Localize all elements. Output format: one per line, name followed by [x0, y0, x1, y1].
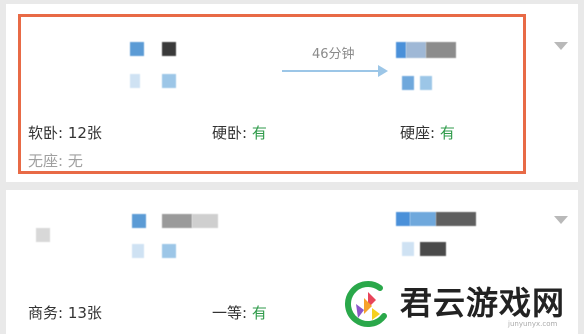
seat-business: 商务: 13张 [28, 302, 102, 323]
watermark: 君云游戏网 junyunyx.com [336, 272, 584, 334]
blurred-departure-station [192, 214, 218, 228]
blurred-departure-station [162, 214, 192, 228]
colorful-c-logo-icon [345, 281, 387, 327]
blurred-departure-time [132, 244, 144, 258]
blurred-arrival-time [402, 242, 414, 256]
chevron-down-icon[interactable] [554, 216, 568, 224]
highlight-box [18, 14, 526, 174]
chevron-down-icon[interactable] [554, 42, 568, 50]
blurred-departure-station [132, 214, 146, 228]
blurred-arrival-station [436, 212, 476, 226]
watermark-title: 君云游戏网 [400, 284, 566, 322]
watermark-url: junyunyx.com [508, 320, 558, 328]
seat-label: 商务: [28, 304, 68, 322]
blurred-arrival-station [396, 212, 410, 226]
blurred-train-code [36, 228, 50, 242]
blurred-arrival-time [420, 242, 446, 256]
train-card-1[interactable]: 46分钟 软卧: 12张 硬卧: 有 硬座: 有 无座: 无 [6, 4, 578, 182]
seat-value: 有 [251, 304, 267, 322]
seat-label: 一等: [212, 304, 252, 322]
seat-first-class: 一等: 有 [212, 302, 267, 323]
blurred-departure-time [162, 244, 176, 258]
seat-value: 13张 [67, 304, 102, 322]
blurred-arrival-station [410, 212, 436, 226]
